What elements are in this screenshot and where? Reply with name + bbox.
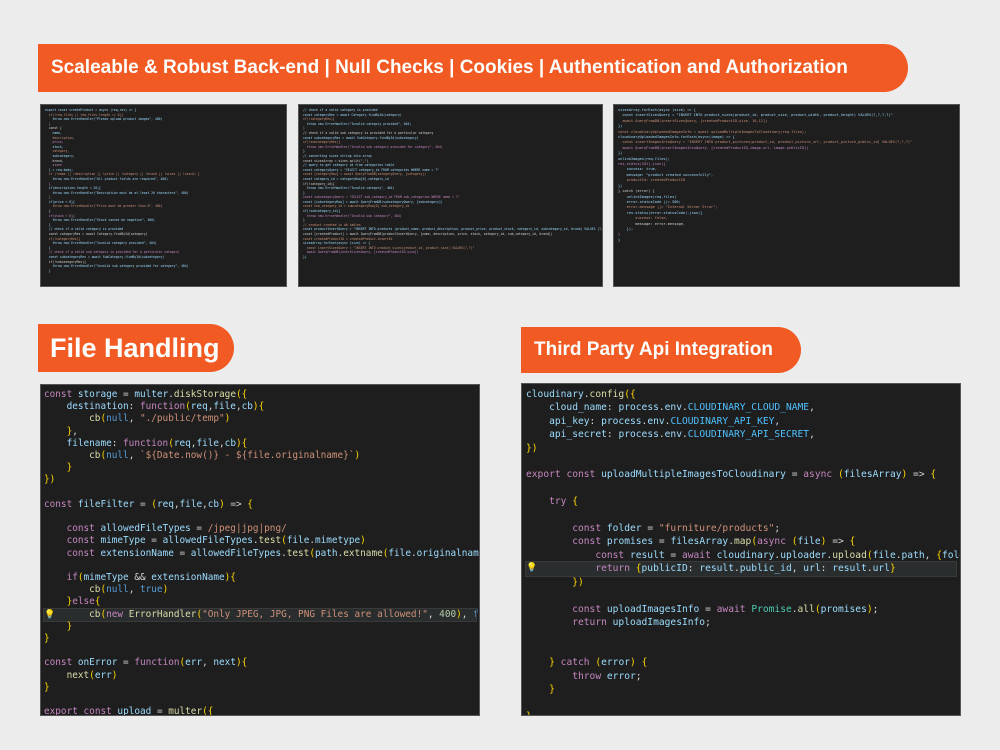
code-line: const onError = function(err, next){ [44, 657, 248, 669]
lightbulb-icon[interactable]: 💡 [526, 562, 537, 575]
code-line: }) [572, 576, 584, 588]
file-handling-title: File Handling [50, 332, 220, 363]
file-handling-banner: File Handling [38, 324, 234, 372]
code-line: } [66, 462, 73, 474]
code-line: cloud_name: process.env.CLOUDINARY_CLOUD… [549, 402, 815, 414]
code-line: filename: function(req,file,cb){ [66, 437, 248, 449]
code-line: }) [44, 474, 56, 486]
lightbulb-icon[interactable]: 💡 [44, 609, 55, 621]
code-line: try { [549, 496, 578, 508]
code-line: const result = await cloudinary.uploader… [595, 549, 960, 561]
code-line: api_secret: process.env.CLOUDINARY_API_S… [549, 429, 815, 441]
code-line: return uploadImagesInfo; [572, 616, 711, 628]
code-line: }, [66, 425, 78, 437]
code-line: const storage = multer.diskStorage({ [44, 389, 248, 400]
third-party-banner: Third Party Api Integration [521, 327, 801, 373]
thumbnail-code-line: } [45, 268, 51, 273]
code-line: const extensionName = allowedFileTypes.t… [66, 547, 480, 559]
code-line: if(mimeType && extensionName){ [66, 572, 236, 584]
code-line: const allowedFileTypes = /jpeg|jpg|png/ [66, 523, 287, 535]
code-line: const folder = "furniture/products"; [572, 523, 781, 535]
file-handling-code-panel: const storage = multer.diskStorage({ des… [40, 384, 480, 716]
code-line: 💡 return {publicID: result.public_id, ur… [525, 561, 957, 577]
code-line: } catch (error) { [549, 657, 648, 669]
code-line: } [44, 681, 50, 693]
code-line: export const upload = multer({ [44, 706, 214, 716]
code-line: 💡 cb(new ErrorHandler("Only JPEG, JPG, P… [43, 607, 479, 622]
code-line: } [44, 633, 50, 645]
code-line: const mimeType = allowedFileTypes.test(f… [66, 535, 366, 547]
third-party-code-panel: cloudinary.config({ cloud_name: process.… [521, 383, 961, 716]
top-banner-text: Scaleable & Robust Back-end | Null Check… [51, 57, 848, 78]
third-party-title: Third Party Api Integration [534, 339, 773, 360]
code-line: const fileFilter = (req,file,cb) => { [44, 498, 253, 510]
code-line: cb(null, `${Date.now()} - ${file.origina… [89, 450, 361, 462]
code-thumbnail-category-queries: // check if a valid category is provided… [298, 104, 603, 287]
code-line: cb(null, true) [89, 584, 169, 596]
code-line: throw error; [572, 670, 642, 682]
code-line: export const uploadMultipleImagesToCloud… [526, 469, 937, 481]
code-line: const uploadImagesInfo = await Promise.a… [572, 603, 879, 615]
code-line: destination: function(req,file,cb){ [66, 401, 265, 413]
code-line: }else{ [66, 596, 101, 608]
code-line: cloudinary.config({ [526, 389, 636, 400]
thumbnail-code-line: }) [303, 255, 307, 259]
code-line: }) [526, 442, 538, 454]
code-line: next(err) [66, 669, 118, 681]
top-banner: Scaleable & Robust Back-end | Null Check… [38, 44, 908, 92]
thumbnail-code-line: } [618, 237, 621, 242]
code-line: } [66, 620, 73, 632]
code-thumbnail-response-handling: sizesArray.forEach(async (size) => { con… [613, 104, 960, 287]
code-line: } [549, 683, 555, 695]
code-line: const promises = filesArray.map(async (f… [572, 536, 856, 548]
code-line: cb(null, "./public/temp") [89, 413, 231, 425]
code-thumbnail-product-validation: export const createProduct = async (req,… [40, 104, 287, 287]
code-line: } [526, 710, 956, 715]
code-line: api_key: process.env.CLOUDINARY_API_KEY, [549, 415, 781, 427]
